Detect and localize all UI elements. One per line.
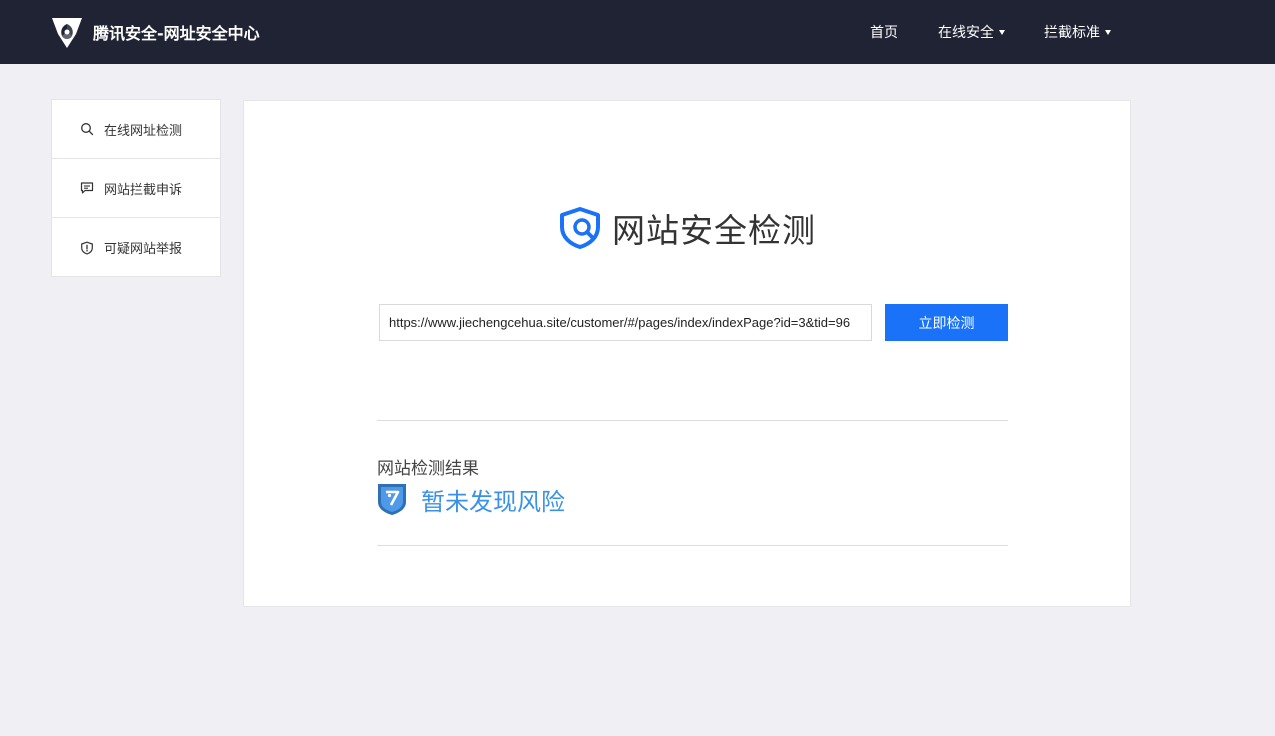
shield-alert-icon <box>81 241 93 254</box>
sidebar-item-label: 网站拦截申诉 <box>104 182 183 198</box>
shield-search-icon <box>560 207 600 249</box>
tencent-security-logo-icon <box>52 18 82 48</box>
top-header: 腾讯安全-网址安全中心 首页 在线安全 拦截标准 <box>0 0 1275 64</box>
url-input[interactable] <box>379 304 872 341</box>
result-label: 网站检测结果 <box>377 459 479 479</box>
caret-down-icon <box>1105 29 1111 35</box>
nav-block-standard[interactable]: 拦截标准 <box>1044 0 1111 64</box>
search-icon <box>81 123 94 136</box>
result-status: 暂未发现风险 <box>377 482 565 516</box>
result-text: 暂未发现风险 <box>421 487 565 516</box>
main-card: 网站安全检测 立即检测 网站检测结果 暂未发现风险 <box>243 100 1131 607</box>
sidebar-item-label: 可疑网站举报 <box>104 242 183 257</box>
nav-online-security[interactable]: 在线安全 <box>938 0 1005 64</box>
sidebar-item-appeal[interactable]: 网站拦截申诉 <box>52 159 220 218</box>
message-icon <box>80 182 94 194</box>
sidebar-item-url-check[interactable]: 在线网址检测 <box>52 100 220 159</box>
check-now-button[interactable]: 立即检测 <box>885 304 1008 341</box>
logo-text: 腾讯安全-网址安全中心 <box>93 24 260 43</box>
site-logo[interactable]: 腾讯安全-网址安全中心 <box>50 14 260 50</box>
safe-shield-icon <box>378 484 406 515</box>
sidebar: 在线网址检测 网站拦截申诉 可疑网站举报 <box>51 99 221 277</box>
divider <box>377 420 1008 421</box>
main-title: 网站安全检测 <box>612 211 816 250</box>
sidebar-item-label: 在线网址检测 <box>104 123 183 139</box>
divider <box>377 545 1008 546</box>
caret-down-icon <box>999 29 1005 35</box>
nav-block-standard-label: 拦截标准 <box>1044 25 1100 41</box>
page-title: 网站安全检测 <box>557 204 816 252</box>
nav-home[interactable]: 首页 <box>870 0 898 64</box>
nav-home-label: 首页 <box>870 25 898 41</box>
sidebar-item-report[interactable]: 可疑网站举报 <box>52 218 220 277</box>
nav-online-security-label: 在线安全 <box>938 25 994 41</box>
